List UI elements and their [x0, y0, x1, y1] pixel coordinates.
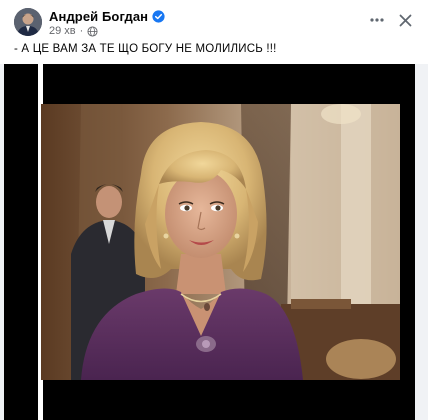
- more-options-button[interactable]: [365, 9, 389, 31]
- video-frame[interactable]: [4, 64, 415, 420]
- video-still-image: [41, 104, 400, 380]
- verified-badge-icon: [152, 9, 165, 23]
- close-post-button[interactable]: [394, 9, 416, 31]
- globe-icon: [87, 25, 98, 37]
- post-text: - А ЦЕ ВАМ ЗА ТЕ ЩО БОГУ НЕ МОЛИЛИСЬ !!!: [14, 43, 277, 55]
- post-meta: 29 хв ·: [49, 24, 98, 38]
- more-horizontal-icon: [370, 18, 384, 22]
- post-header: Андрей Богдан 29 хв ·: [0, 0, 428, 40]
- post-media[interactable]: [0, 64, 428, 420]
- avatar[interactable]: [14, 8, 42, 36]
- post-timestamp[interactable]: 29 хв: [49, 25, 76, 37]
- close-icon: [399, 14, 411, 26]
- meta-separator: ·: [79, 25, 84, 37]
- author-row: Андрей Богдан: [49, 8, 165, 24]
- avatar-image: [14, 8, 42, 36]
- author-name[interactable]: Андрей Богдан: [49, 9, 148, 24]
